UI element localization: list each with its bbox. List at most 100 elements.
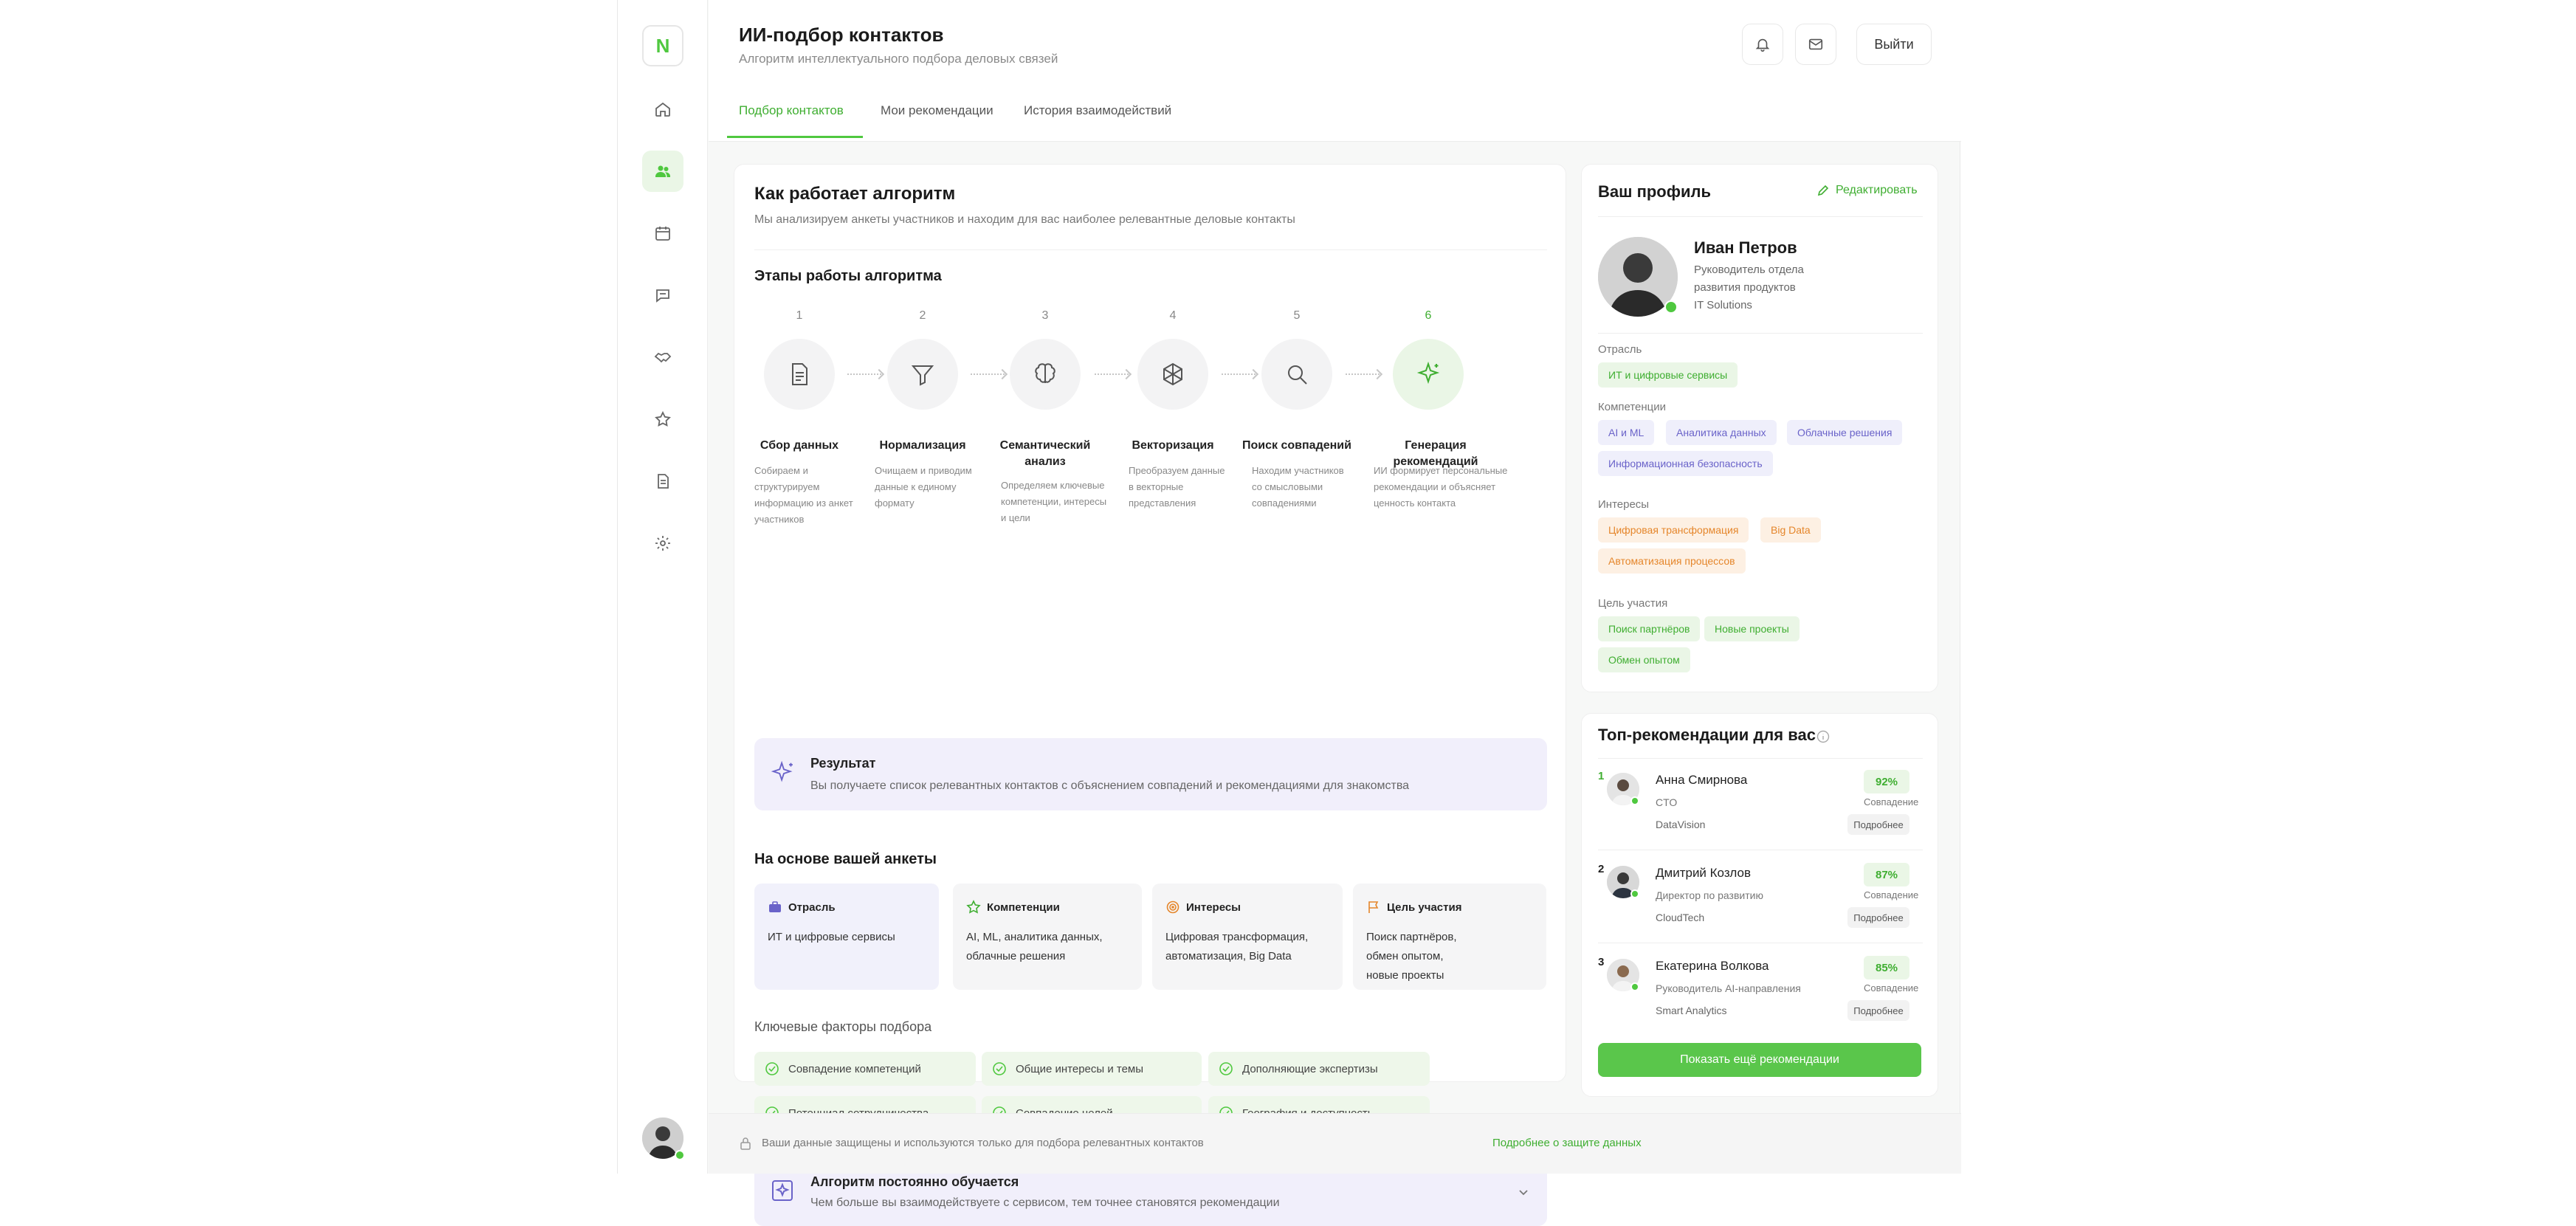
nav-documents[interactable] [642,461,683,502]
step-description: ИИ формирует персональные рекомендации и… [1374,465,1508,509]
check-circle-icon [1219,1062,1233,1075]
recommendations-card: Топ-рекомендации для вас 1 Анна Смирнова… [1581,713,1938,1097]
match-label: Совпадение [1864,982,1919,993]
nav-contacts[interactable] [642,151,683,192]
step-arrow [1346,373,1380,375]
online-indicator [1664,300,1678,314]
step-circle-data-collection [764,339,835,410]
nav-home[interactable] [642,89,683,130]
step-number: 3 [1041,309,1049,322]
step-description: Очищаем и приводим данные к единому форм… [875,465,972,509]
page-header: ИИ-подбор контактов Алгоритм интеллектуа… [709,0,1961,142]
rec-name[interactable]: Екатерина Волкова [1656,959,1769,974]
step-arrow [847,373,881,375]
rec-role: Руководитель AI-направления [1656,982,1801,994]
tab-contact-matching[interactable]: Подбор контактов [739,103,844,118]
nav-favorites[interactable] [642,399,683,440]
rec-company: CloudTech [1656,912,1705,923]
sidebar: N [618,0,708,1174]
basis-value: AI, ML, аналитика данных, облачные решен… [966,931,1103,962]
divider [1598,216,1923,217]
rec-role: CTO [1656,796,1678,808]
rec-rank: 3 [1598,956,1605,968]
step-arrow [971,373,1005,375]
basis-label: Отрасль [788,900,836,914]
rec-rank: 1 [1598,770,1605,782]
basis-value: Цифровая трансформация, автоматизация, B… [1165,931,1309,962]
step-number: 1 [796,309,803,322]
details-button[interactable]: Подробнее [1847,1000,1909,1021]
info-icon[interactable] [1816,730,1830,743]
step-circle-recommendations [1393,339,1464,410]
profile-role-line1: Руководитель отдела [1694,264,1804,276]
match-badge: 92% [1864,770,1909,793]
divider [754,249,1547,250]
document-icon [658,474,669,489]
show-more-recommendations-button[interactable]: Показать ещё рекомендации [1598,1043,1921,1077]
result-banner: Результат Вы получаете список релевантны… [754,738,1547,810]
match-badge: 85% [1864,956,1909,979]
details-button[interactable]: Подробнее [1847,814,1909,835]
active-tab-indicator [727,136,863,138]
messages-button[interactable] [1795,24,1836,65]
step-name: Семантический анализ [999,439,1091,468]
nav-messages[interactable] [642,275,683,316]
main-area: ИИ-подбор контактов Алгоритм интеллектуа… [709,0,1961,1226]
chat-icon [656,289,669,303]
goal-chip: Новые проекты [1704,616,1800,641]
interest-chip: Автоматизация процессов [1598,548,1746,574]
notifications-button[interactable] [1742,24,1783,65]
star-icon [655,410,671,427]
app-window: N ИИ-подбор контактов Алгоритм интеллект… [617,0,1961,1226]
nav-partnerships[interactable] [642,337,683,378]
step-number: 2 [919,309,926,322]
bell-icon [1755,38,1770,52]
sparkle-icon [1416,361,1440,385]
check-circle-icon [765,1062,779,1075]
basis-interests: Интересы Цифровая трансформация, автомат… [1152,884,1343,990]
edit-profile-button[interactable]: Редактировать [1816,184,1918,197]
goals-label: Цель участия [1598,597,1668,610]
privacy-text: Ваши данные защищены и используются толь… [762,1137,1204,1149]
search-icon [1288,365,1307,385]
app-logo[interactable]: N [642,25,683,66]
basis-goal: Цель участия Поиск партнёров, обмен опыт… [1353,884,1546,990]
rec-company: DataVision [1656,819,1706,830]
competency-chip: Аналитика данных [1666,420,1777,445]
nav-settings[interactable] [642,523,683,564]
step-name: Сбор данных [760,439,839,452]
chevron-down-icon[interactable] [1518,1186,1529,1198]
basis-value: ИТ и цифровые сервисы [768,931,895,943]
profile-role-line2: развития продуктов [1694,281,1796,294]
step-description: Собираем и структурируем информацию из а… [754,465,853,525]
tab-my-recommendations[interactable]: Мои рекомендации [881,103,993,118]
step-name: Векторизация [1132,439,1214,452]
details-button[interactable]: Подробнее [1847,907,1909,928]
rec-name[interactable]: Дмитрий Козлов [1656,866,1751,881]
step-circle-normalization [887,339,958,410]
online-indicator [1630,982,1639,991]
online-indicator [1630,889,1639,898]
rec-name[interactable]: Анна Смирнова [1656,773,1747,788]
competency-chip: Облачные решения [1787,420,1903,445]
privacy-link[interactable]: Подробнее о защите данных [1492,1137,1642,1149]
basis-competencies: Компетенции AI, ML, аналитика данных, об… [953,884,1142,990]
match-label: Совпадение [1864,796,1919,807]
algorithm-card: Как работает алгоритм Мы анализируем анк… [734,164,1566,1226]
industry-label: Отрасль [1598,343,1642,356]
star-icon [966,900,981,914]
profile-company: IT Solutions [1694,299,1752,311]
profile-title: Ваш профиль [1598,182,1712,201]
tab-interaction-history[interactable]: История взаимодействий [1024,103,1171,118]
logout-button[interactable]: Выйти [1856,24,1932,65]
nav-calendar[interactable] [642,213,683,254]
step-number: 6 [1425,309,1432,322]
step-arrow [1095,373,1129,375]
document-icon [792,363,807,385]
rec-rank: 2 [1598,863,1605,875]
step-name: Нормализация [879,439,966,452]
basis-label: Интересы [1186,900,1241,914]
learning-title: Алгоритм постоянно обучается [810,1174,1019,1189]
interest-chip: Цифровая трансформация [1598,517,1749,543]
step-description: Преобразуем данные в векторные представл… [1129,465,1225,509]
